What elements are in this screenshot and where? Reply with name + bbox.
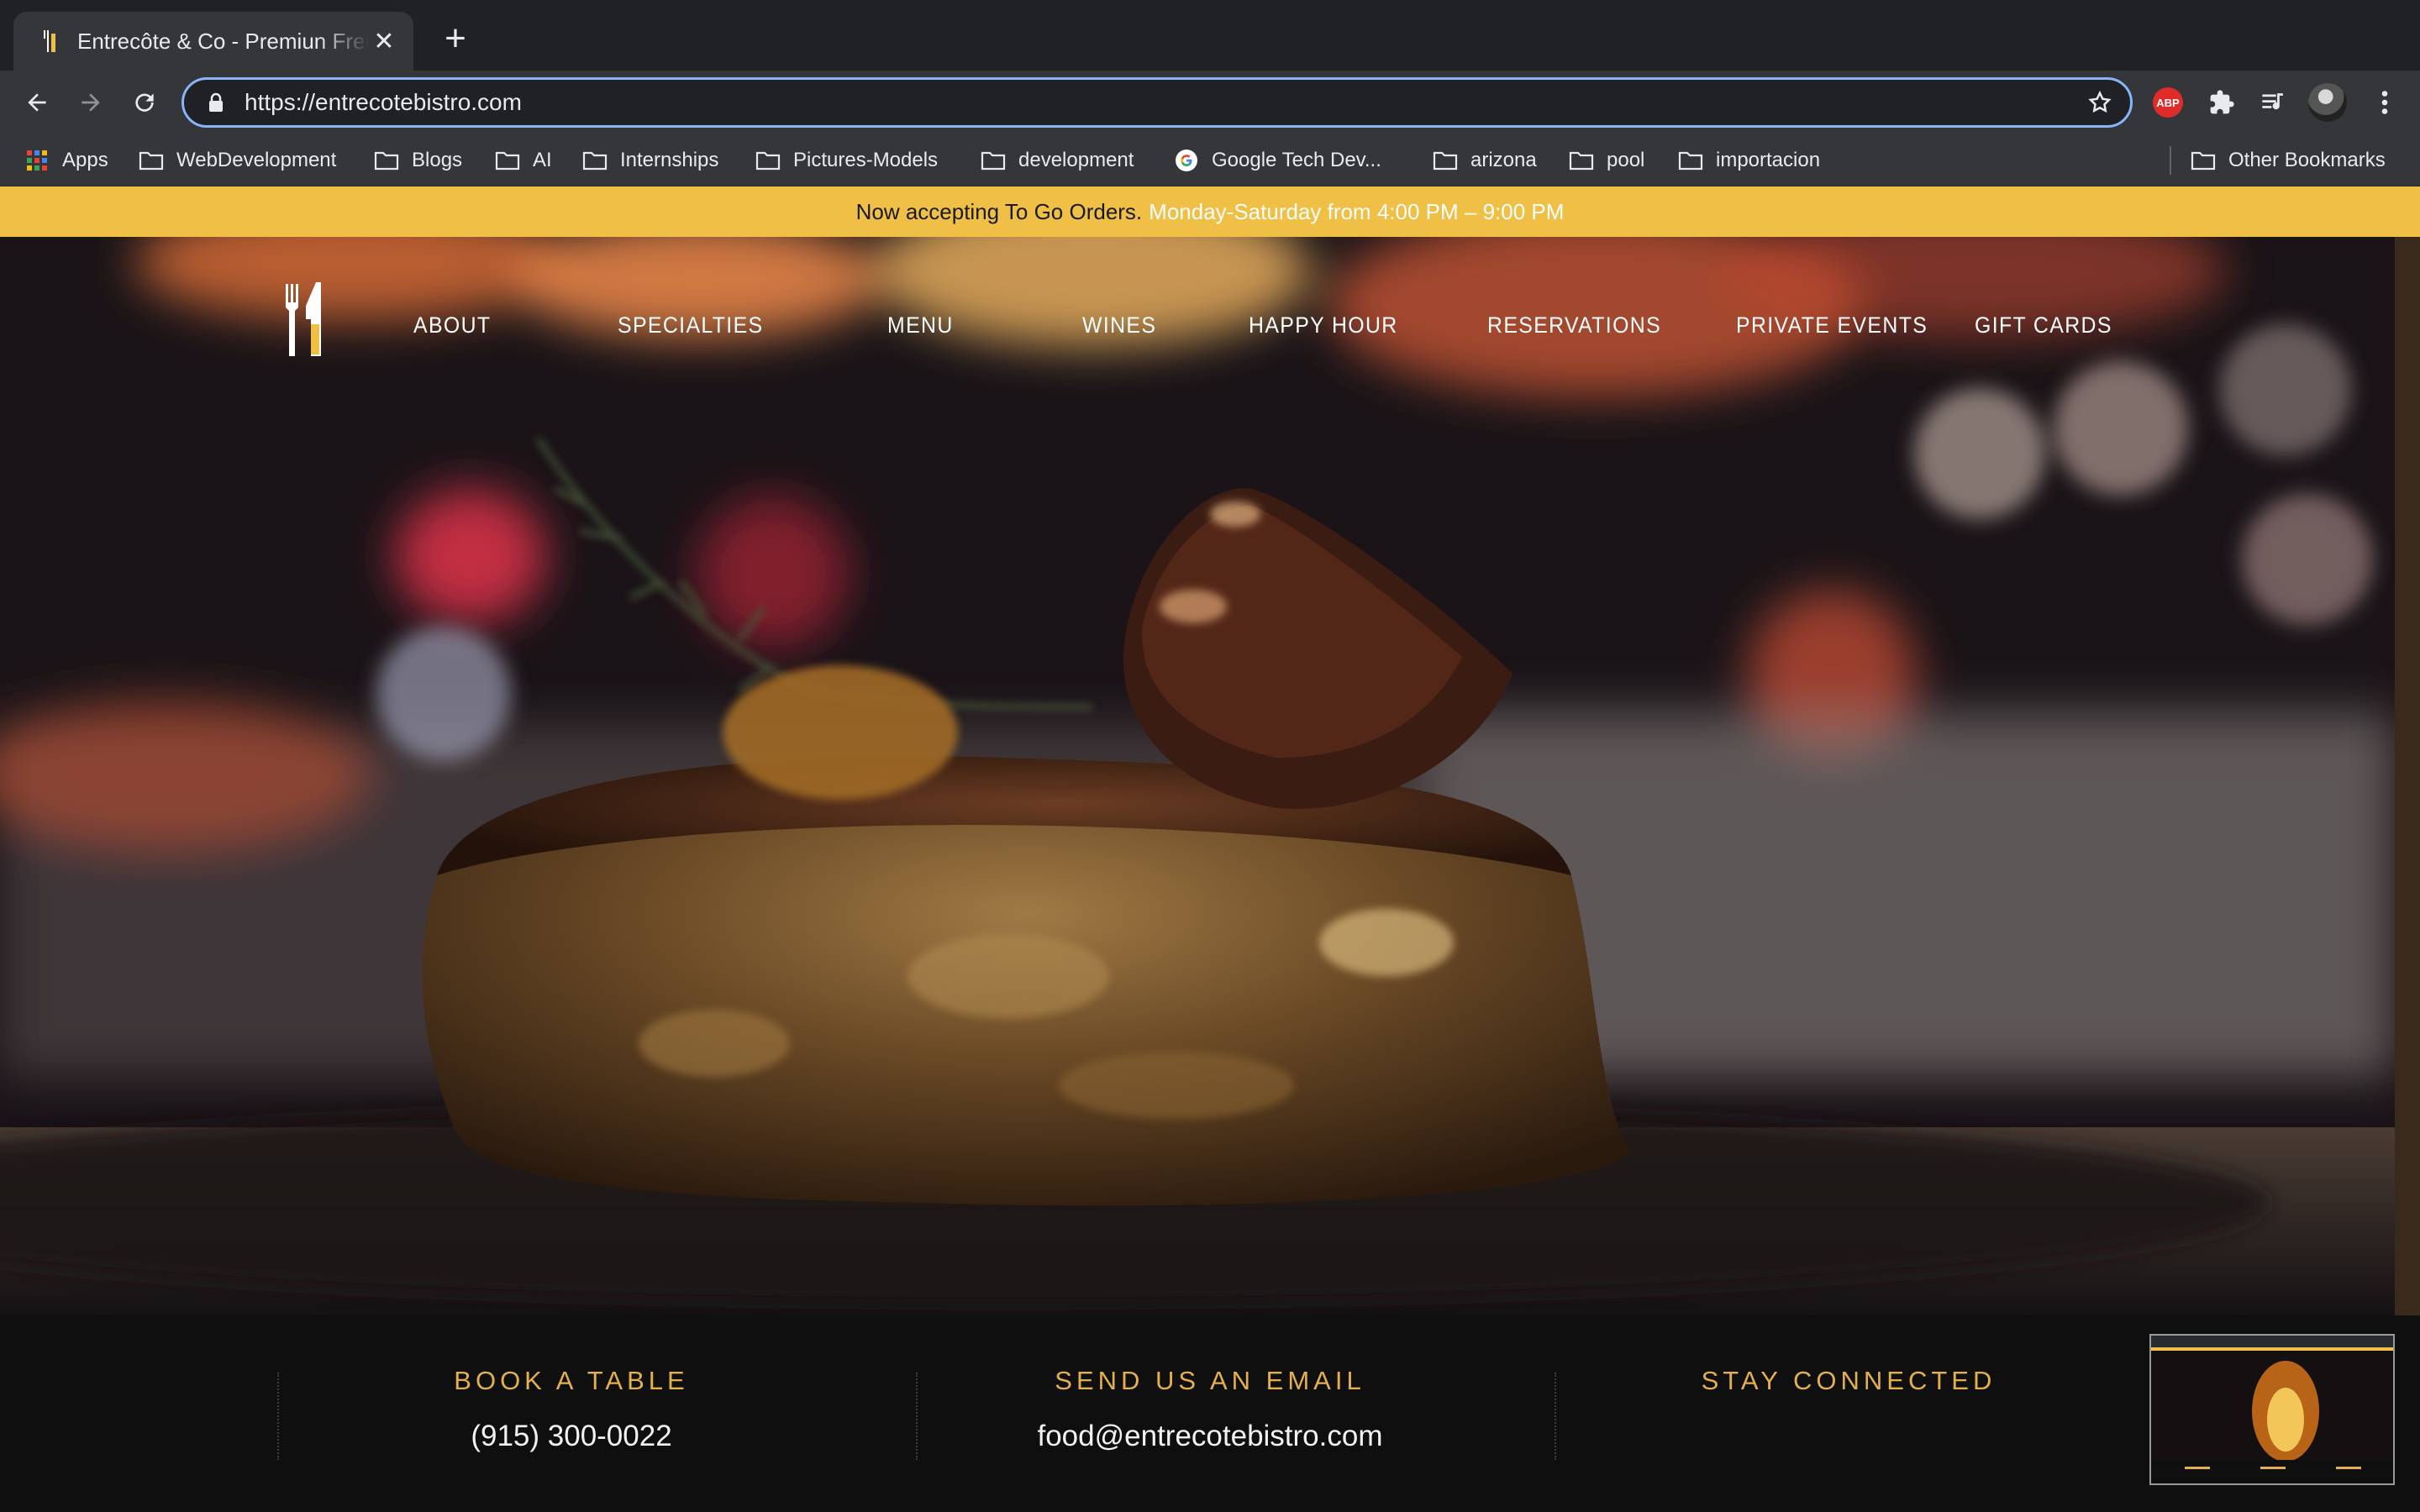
nav-gift-cards[interactable]: GIFT CARDS bbox=[1975, 312, 2112, 339]
announcement-bar: Now accepting To Go Orders. Monday-Satur… bbox=[0, 186, 2420, 237]
bookmark-label: Internships bbox=[620, 149, 719, 171]
back-arrow-icon[interactable] bbox=[18, 84, 55, 121]
hero-video bbox=[0, 237, 2395, 1315]
url-host: entrecotebistro.com bbox=[315, 89, 522, 115]
bookmark-folder-importacion[interactable]: importacion bbox=[1677, 144, 1820, 176]
email-link[interactable]: food@entrecotebistro.com bbox=[891, 1420, 1529, 1453]
new-tab-button[interactable]: + bbox=[437, 20, 474, 59]
nav-menu[interactable]: MENU bbox=[887, 312, 954, 339]
profile-avatar[interactable] bbox=[2307, 82, 2348, 123]
browser-toolbar: https://entrecotebistro.com ABP bbox=[0, 71, 2420, 134]
bookmark-label: Pictures-Models bbox=[793, 149, 939, 171]
bookmark-folder-blogs[interactable]: Blogs bbox=[373, 144, 462, 176]
entrecote-logo[interactable] bbox=[284, 281, 323, 358]
folder-icon bbox=[2190, 150, 2217, 171]
announcement-text: Now accepting To Go Orders. bbox=[855, 198, 1143, 224]
steak-hero-image bbox=[0, 237, 2395, 1315]
tab-strip: Entrecôte & Co - Premiun French Bistro ✕… bbox=[0, 0, 2420, 71]
bookmark-folder-webdevelopment[interactable]: WebDevelopment bbox=[138, 144, 336, 176]
url-text[interactable]: https://entrecotebistro.com bbox=[245, 89, 2081, 116]
bookmark-folder-arizona[interactable]: arizona bbox=[1432, 144, 1537, 176]
folder-icon bbox=[581, 150, 608, 171]
bookmark-label: Blogs bbox=[412, 149, 463, 171]
send-email: SEND US AN EMAIL food@entrecotebistro.co… bbox=[891, 1366, 1529, 1453]
google-icon bbox=[1173, 150, 1200, 171]
bookmark-star-icon[interactable] bbox=[2081, 84, 2118, 121]
bookmark-label: WebDevelopment bbox=[176, 149, 337, 171]
bookmark-label: pool bbox=[1607, 149, 1645, 171]
bookmark-folder-internships[interactable]: Internships bbox=[581, 144, 718, 176]
bookmark-apps[interactable]: Apps bbox=[24, 144, 108, 176]
bookmark-label: importacion bbox=[1716, 149, 1821, 171]
bookmark-folder-pictures-models[interactable]: Pictures-Models bbox=[755, 144, 938, 176]
reload-icon[interactable] bbox=[126, 84, 163, 121]
nav-happy-hour[interactable]: HAPPY HOUR bbox=[1249, 312, 1398, 339]
folder-icon bbox=[138, 150, 165, 171]
book-heading: BOOK A TABLE bbox=[454, 1366, 689, 1395]
forward-arrow-icon[interactable] bbox=[72, 84, 109, 121]
media-queue-icon[interactable] bbox=[2254, 82, 2294, 123]
nav-private-events[interactable]: PRIVATE EVENTS bbox=[1736, 312, 1928, 339]
folder-icon bbox=[755, 150, 781, 171]
extensions-puzzle-icon[interactable] bbox=[2202, 82, 2242, 123]
apps-grid-icon bbox=[24, 150, 50, 171]
bookmark-other-bookmarks[interactable]: Other Bookmarks bbox=[2190, 144, 2386, 176]
lock-icon[interactable] bbox=[204, 91, 228, 114]
url-scheme: https:// bbox=[245, 89, 316, 115]
connect-heading: STAY CONNECTED bbox=[1701, 1366, 1996, 1395]
folder-icon bbox=[980, 150, 1007, 171]
contact-footer: BOOK A TABLE (915) 300-0022 SEND US AN E… bbox=[0, 1315, 2420, 1512]
fork-knife-favicon-icon bbox=[37, 29, 62, 54]
folder-icon bbox=[494, 150, 521, 171]
bookmark-folder-development[interactable]: development bbox=[980, 144, 1134, 176]
nav-about[interactable]: ABOUT bbox=[413, 312, 491, 339]
tab-close-icon[interactable]: ✕ bbox=[370, 27, 398, 55]
bookmarks-divider bbox=[2170, 146, 2171, 175]
bookmark-label: arizona bbox=[1470, 149, 1537, 171]
announcement-hours: Monday-Saturday from 4:00 PM – 9:00 PM bbox=[1149, 198, 1565, 224]
bookmark-label: AI bbox=[533, 149, 552, 171]
screenshot-thumbnail-preview[interactable] bbox=[2149, 1334, 2395, 1485]
active-tab[interactable]: Entrecôte & Co - Premiun French Bistro ✕ bbox=[13, 12, 413, 71]
bookmark-label: Other Bookmarks bbox=[2228, 149, 2386, 171]
stay-connected: STAY CONNECTED bbox=[1529, 1366, 2168, 1396]
bookmark-label: Google Tech Dev... bbox=[1212, 149, 1381, 171]
bookmark-label: development bbox=[1018, 149, 1134, 171]
bookmark-google-tech-dev[interactable]: Google Tech Dev... bbox=[1173, 144, 1381, 176]
bookmark-label: Apps bbox=[62, 149, 108, 171]
nav-reservations[interactable]: RESERVATIONS bbox=[1487, 312, 1661, 339]
phone-link[interactable]: (915) 300-0022 bbox=[252, 1420, 891, 1453]
folder-icon bbox=[1432, 150, 1459, 171]
adblock-plus-icon[interactable]: ABP bbox=[2148, 82, 2188, 123]
address-bar[interactable]: https://entrecotebistro.com bbox=[182, 77, 2133, 128]
bookmark-folder-ai[interactable]: AI bbox=[494, 144, 552, 176]
folder-icon bbox=[373, 150, 400, 171]
bookmark-folder-pool[interactable]: pool bbox=[1568, 144, 1644, 176]
tab-title: Entrecôte & Co - Premiun French Bistro bbox=[77, 28, 370, 54]
bookmarks-bar: Apps WebDevelopment Blogs AI Internships… bbox=[0, 134, 2420, 186]
folder-icon bbox=[1568, 150, 1595, 171]
email-heading: SEND US AN EMAIL bbox=[1055, 1366, 1365, 1395]
nav-specialties[interactable]: SPECIALTIES bbox=[618, 312, 763, 339]
kebab-menu-icon[interactable] bbox=[2365, 82, 2405, 123]
book-a-table: BOOK A TABLE (915) 300-0022 bbox=[252, 1366, 891, 1453]
nav-wines[interactable]: WINES bbox=[1082, 312, 1156, 339]
folder-icon bbox=[1677, 150, 1704, 171]
page-scrollbar[interactable] bbox=[2395, 237, 2420, 1315]
